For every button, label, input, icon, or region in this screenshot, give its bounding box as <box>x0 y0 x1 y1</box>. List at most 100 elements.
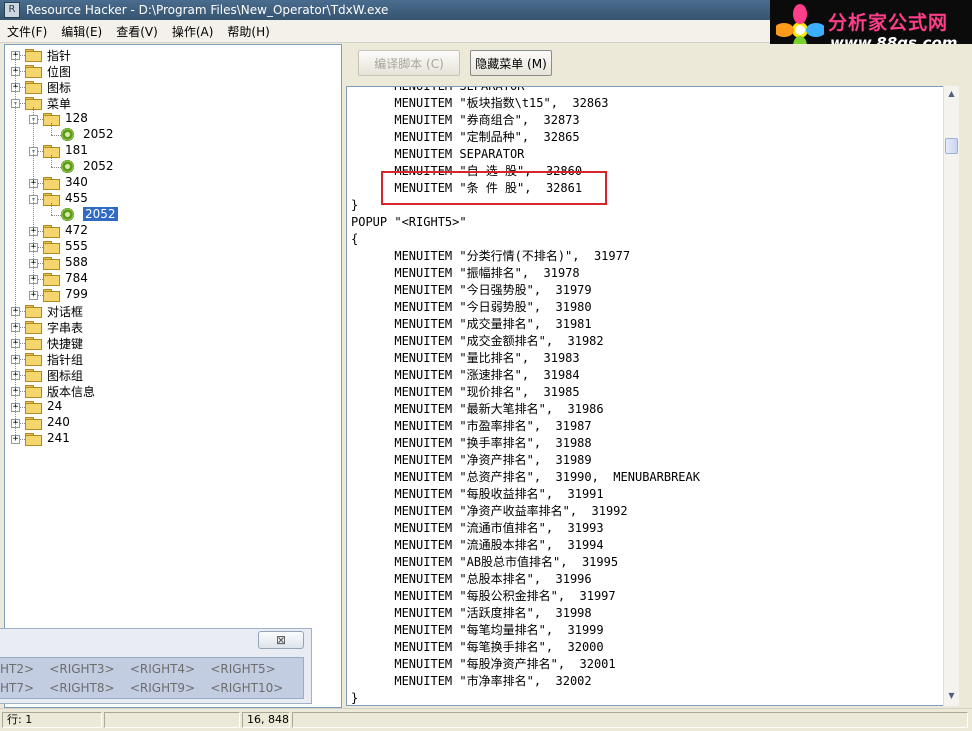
resource-hacker-icon: R <box>4 2 20 18</box>
tree-item-folder[interactable]: -128 <box>5 111 335 127</box>
tree-item-folder[interactable]: + 位图 <box>5 63 335 79</box>
menu-view[interactable]: 查看(V) <box>109 23 165 40</box>
tree-item-label: 图标 <box>47 81 72 95</box>
popup-row-1: HT2> <RIGHT3> <RIGHT4> <RIGHT5> <box>0 662 276 676</box>
tree-item-label: 128 <box>65 111 88 125</box>
folder-icon <box>25 337 42 350</box>
script-line: MENUITEM "每股公积金排名", 31997 <box>351 589 616 603</box>
script-line: MENUITEM "成交量排名", 31981 <box>351 317 592 331</box>
script-line: MENUITEM "每笔换手排名", 32000 <box>351 640 604 654</box>
script-line: MENUITEM "量比排名", 31983 <box>351 351 580 365</box>
script-line: MENUITEM "净资产排名", 31989 <box>351 453 592 467</box>
status-message-cell <box>292 712 968 728</box>
tree-item-resource[interactable]: 2052 <box>5 207 335 223</box>
highlight-box <box>381 171 607 205</box>
tree-item-folder[interactable]: +340 <box>5 175 335 191</box>
script-line: MENUITEM SEPARATOR <box>351 147 525 161</box>
script-line: MENUITEM "板块指数\t15", 32863 <box>351 96 609 110</box>
tree-item-folder[interactable]: + 图标 <box>5 79 335 95</box>
script-line: MENUITEM "涨速排名", 31984 <box>351 368 580 382</box>
tree-item-folder[interactable]: +555 <box>5 239 335 255</box>
folder-icon <box>25 49 42 62</box>
tree-item-folder[interactable]: + 对话框 <box>5 303 335 319</box>
popup-window-content: HT2> <RIGHT3> <RIGHT4> <RIGHT5> HT7> <RI… <box>0 657 304 699</box>
script-line: MENUITEM "市净率排名", 32002 <box>351 674 592 688</box>
gear-icon <box>61 128 74 141</box>
status-empty-cell <box>104 712 240 728</box>
script-line: MENUITEM "最新大笔排名", 31986 <box>351 402 604 416</box>
scroll-thumb[interactable] <box>945 138 958 154</box>
tree-item-resource[interactable]: 2052 <box>5 127 335 143</box>
tree-item-folder[interactable]: - 菜单 <box>5 95 335 111</box>
hide-menu-button[interactable]: 隐藏菜单 (M) <box>470 50 552 76</box>
script-line: MENUITEM "券商组合", 32873 <box>351 113 580 127</box>
folder-icon <box>25 385 42 398</box>
folder-icon <box>25 305 42 318</box>
tree-item-folder[interactable]: + 指针 <box>5 47 335 63</box>
script-line: MENUITEM SEPARATOR <box>351 86 525 93</box>
scroll-up-arrow-icon[interactable]: ▲ <box>944 86 959 102</box>
script-line: MENUITEM "流通股本排名", 31994 <box>351 538 604 552</box>
tree-item-folder[interactable]: -455 <box>5 191 335 207</box>
resource-tree[interactable]: + 指针 + 位图 + 图标 - 菜单 -128 2052-181 2052 +340-455 2052… <box>4 44 342 708</box>
tree-item-folder[interactable]: +784 <box>5 271 335 287</box>
window-title: Resource Hacker - D:\Program Files\New_O… <box>26 3 389 17</box>
gear-icon <box>61 208 74 221</box>
watermark-name: 分析家公式网 <box>828 12 949 34</box>
tree-item-label: 对话框 <box>47 305 84 319</box>
script-line: MENUITEM "每笔均量排名", 31999 <box>351 623 604 637</box>
tree-item-folder[interactable]: + 快捷键 <box>5 335 335 351</box>
tree-item-folder[interactable]: + 图标组 <box>5 367 335 383</box>
tree-item-folder[interactable]: +472 <box>5 223 335 239</box>
tree-item-resource[interactable]: 2052 <box>5 159 335 175</box>
tree-item-label: 181 <box>65 143 88 157</box>
compile-script-button[interactable]: 编译脚本 (C) <box>358 50 460 76</box>
script-line: MENUITEM "分类行情(不排名)", 31977 <box>351 249 631 263</box>
folder-icon <box>25 417 42 430</box>
menu-bar: 文件(F) 编辑(E) 查看(V) 操作(A) 帮助(H) <box>0 20 770 43</box>
folder-icon <box>25 369 42 382</box>
menu-help[interactable]: 帮助(H) <box>220 23 276 40</box>
folder-icon <box>25 321 42 334</box>
script-line: MENUITEM "振幅排名", 31978 <box>351 266 580 280</box>
folder-icon <box>25 65 42 78</box>
tree-item-folder[interactable]: +588 <box>5 255 335 271</box>
close-icon[interactable]: ⊠ <box>258 631 304 649</box>
script-line: MENUITEM "活跃度排名", 31998 <box>351 606 592 620</box>
menu-file[interactable]: 文件(F) <box>0 23 54 40</box>
tree-item-folder[interactable]: +24 <box>5 399 335 415</box>
script-line: MENUITEM "成交金额排名", 31982 <box>351 334 604 348</box>
tree-item-folder[interactable]: + 字串表 <box>5 319 335 335</box>
script-line: MENUITEM "定制品种", 32865 <box>351 130 580 144</box>
script-line: MENUITEM "AB股总市值排名", 31995 <box>351 555 619 569</box>
folder-icon <box>25 81 42 94</box>
folder-icon <box>43 257 60 270</box>
tree-item-folder[interactable]: + 指针组 <box>5 351 335 367</box>
tree-item-folder[interactable]: +799 <box>5 287 335 303</box>
tree-item-label: 2052 <box>83 159 114 173</box>
tree-item-folder[interactable]: +240 <box>5 415 335 431</box>
tree-item-folder[interactable]: -181 <box>5 143 335 159</box>
status-bar: 行: 1 16, 848 <box>0 708 972 731</box>
tree-item-folder[interactable]: +241 <box>5 431 335 447</box>
menu-action[interactable]: 操作(A) <box>165 23 221 40</box>
folder-icon <box>43 273 60 286</box>
tree-item-label: 241 <box>47 431 70 445</box>
script-line: } <box>351 198 359 212</box>
menu-edit[interactable]: 编辑(E) <box>54 23 109 40</box>
editor-vertical-scrollbar[interactable]: ▲ ▼ <box>943 86 959 706</box>
status-line-number: 行: 1 <box>2 712 102 728</box>
tree-item-label: 图标组 <box>47 369 84 383</box>
scroll-down-arrow-icon[interactable]: ▼ <box>944 688 959 704</box>
tree-item-label: 555 <box>65 239 88 253</box>
folder-icon <box>43 177 60 190</box>
script-line: MENUITEM "换手率排名", 31988 <box>351 436 592 450</box>
script-line: MENUITEM "今日弱势股", 31980 <box>351 300 592 314</box>
folder-icon <box>43 241 60 254</box>
script-line: { <box>351 232 359 246</box>
folder-icon <box>25 433 42 446</box>
tree-item-folder[interactable]: + 版本信息 <box>5 383 335 399</box>
tree-item-label: 240 <box>47 415 70 429</box>
expand-icon[interactable]: + <box>29 291 38 300</box>
expand-icon[interactable]: + <box>11 435 20 444</box>
